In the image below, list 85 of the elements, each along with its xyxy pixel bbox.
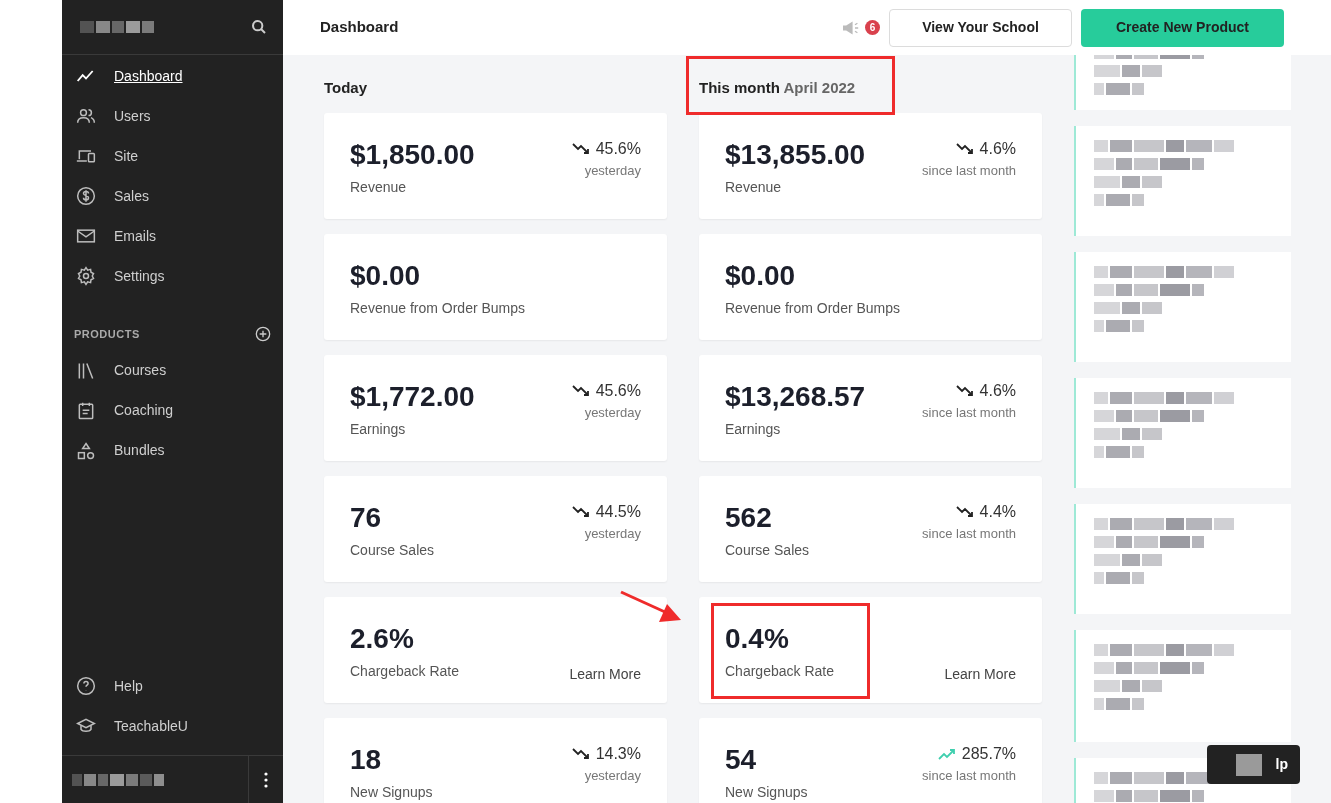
change-percent: 4.6% [979, 381, 1016, 401]
redacted-text [1094, 320, 1144, 332]
nav-item[interactable]: TeachableU [62, 706, 283, 746]
change-period: yesterday [584, 404, 641, 422]
stat-label: Revenue [725, 178, 783, 197]
stat-label: Revenue from Order Bumps [725, 299, 901, 318]
redacted-text [1094, 572, 1144, 584]
nav-item[interactable]: Bundles [62, 430, 283, 471]
redacted-text [1094, 83, 1144, 95]
nav-item[interactable]: Settings [62, 256, 283, 296]
envelope-icon [76, 226, 96, 246]
change-percent: 4.6% [979, 139, 1016, 159]
learn-more-link[interactable]: Learn More [569, 664, 641, 685]
change-percent: 4.4% [979, 502, 1016, 522]
nav-item[interactable]: Dashboard [62, 56, 283, 96]
nav-item[interactable]: Site [62, 136, 283, 176]
stat-value: 76 [350, 501, 383, 535]
change-percent: 14.3% [595, 744, 641, 764]
redacted-text [1094, 554, 1162, 566]
stat-label: Revenue [350, 178, 408, 197]
stat-value: 18 [350, 743, 383, 777]
redacted-text [1094, 446, 1144, 458]
create-product-button[interactable]: Create New Product [1081, 8, 1284, 47]
change-percent: 45.6% [595, 139, 641, 159]
view-school-button[interactable]: View Your School [889, 8, 1072, 47]
redacted-text [1094, 194, 1144, 206]
stat-value: $0.00 [350, 259, 422, 293]
redacted-text [1094, 428, 1162, 440]
stat-value: 562 [725, 501, 773, 535]
stat-value: 54 [725, 743, 758, 777]
redacted-text [1094, 65, 1162, 77]
change-period: yesterday [584, 162, 641, 180]
stat-value: 2.6% [350, 622, 415, 656]
redacted-text [1094, 302, 1162, 314]
books-icon [76, 360, 96, 381]
settings-icon [76, 266, 96, 286]
change-period: since last month [922, 767, 1016, 785]
nav-item[interactable]: Courses [62, 350, 283, 391]
change-period: yesterday [584, 767, 641, 785]
stat-label: Course Sales [725, 541, 810, 560]
search-icon[interactable] [251, 19, 267, 35]
nav-item[interactable]: Coaching [62, 390, 283, 431]
add-icon[interactable] [255, 326, 271, 343]
change-period: since last month [922, 525, 1016, 543]
calendar-icon [76, 400, 96, 421]
redacted-text [1094, 176, 1162, 188]
change-percent: 44.5% [595, 502, 641, 522]
redacted-text [1094, 698, 1144, 710]
nav-item[interactable]: Sales [62, 176, 283, 216]
change-percent: 285.7% [961, 744, 1016, 764]
redacted-icon [1235, 753, 1262, 776]
dollar-icon [76, 186, 96, 206]
shapes-icon [76, 440, 96, 461]
column-heading: Today [324, 77, 368, 98]
nav-item[interactable]: Users [62, 96, 283, 136]
stat-value: $1,772.00 [350, 380, 475, 414]
stat-label: New Signups [350, 783, 433, 802]
stat-value: $1,850.00 [350, 138, 475, 172]
help-button[interactable]: lp [1207, 745, 1300, 784]
help-icon [76, 676, 96, 696]
change-period: since last month [922, 162, 1016, 180]
users-icon [76, 106, 96, 126]
stat-label: Revenue from Order Bumps [350, 299, 526, 318]
change-percent: 45.6% [595, 381, 641, 401]
nav-item[interactable]: Emails [62, 216, 283, 256]
learn-more-link[interactable]: Learn More [944, 664, 1016, 685]
change-period: since last month [922, 404, 1016, 422]
column-heading: This month April 2022 [699, 77, 856, 98]
nav-item[interactable]: Help [62, 666, 283, 706]
stat-value: 0.4% [725, 622, 790, 656]
stat-value: $0.00 [725, 259, 797, 293]
stat-label: Earnings [725, 420, 782, 439]
stat-label: Course Sales [350, 541, 435, 560]
redacted-text [1094, 680, 1162, 692]
stat-label: Chargeback Rate [725, 662, 834, 681]
stat-label: Chargeback Rate [350, 662, 459, 681]
kebab-menu-icon [264, 771, 268, 788]
page-title: Dashboard [320, 17, 399, 38]
stat-value: $13,268.57 [725, 380, 866, 414]
stat-value: $13,855.00 [725, 138, 866, 172]
section-heading: PRODUCTS [74, 327, 140, 342]
notification-badge: 6 [865, 20, 880, 35]
change-period: yesterday [584, 525, 641, 543]
stat-label: Earnings [350, 420, 407, 439]
stat-label: New Signups [725, 783, 808, 802]
